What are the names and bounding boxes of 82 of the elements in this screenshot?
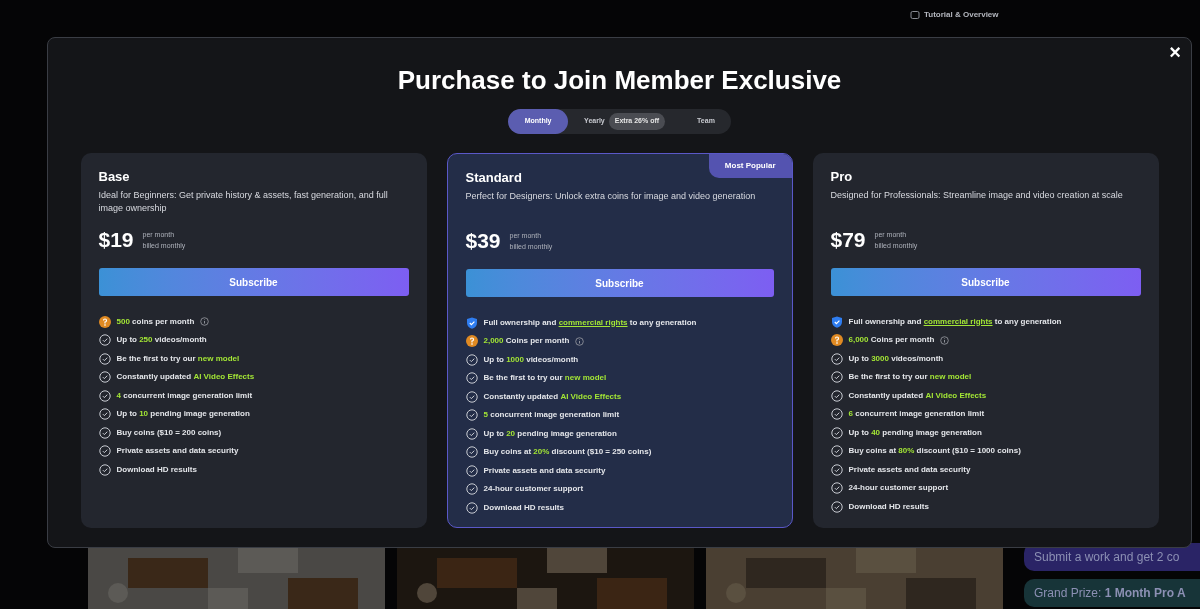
modal-title: Purchase to Join Member Exclusive — [397, 65, 842, 95]
check-circle-icon — [830, 426, 843, 439]
feature-text: Download HD results — [116, 463, 197, 476]
feature-text: 500 coins per month — [116, 315, 195, 328]
subscribe-button[interactable]: Subscribe — [465, 269, 774, 297]
plan-description: Designed for Professionals: Streamline image and video creation at scale — [830, 189, 1124, 202]
subscribe-button[interactable]: Subscribe — [830, 268, 1141, 296]
plan-name: Base — [98, 169, 131, 185]
check-circle-icon — [98, 334, 111, 346]
coin-icon — [465, 335, 478, 347]
check-circle-icon — [465, 501, 478, 514]
feature-text: Private assets and data security — [848, 463, 971, 476]
feature-text: Be the first to try our new model — [483, 372, 607, 384]
check-circle-icon — [465, 353, 478, 366]
check-circle-icon — [98, 463, 111, 476]
feature-text: Up to 3000 videos/month — [848, 352, 944, 365]
feature-text: Be the first to try our new model — [116, 352, 240, 365]
plan-name: Standard — [465, 170, 523, 186]
check-circle-icon — [830, 371, 843, 383]
plan-description: Ideal for Beginners: Get private history & assets, fast generation, and full image ownership — [98, 189, 389, 215]
feature-text: Private assets and data security — [483, 464, 606, 477]
check-circle-icon — [98, 352, 111, 365]
tutorial-link[interactable]: Tutorial & Overview — [924, 9, 999, 21]
feature-text: 24-hour customer support — [483, 483, 584, 495]
feature-text: Constantly updated AI Video Effects — [483, 390, 622, 403]
commercial-rights-link[interactable]: commercial rights — [923, 316, 993, 326]
feature-text: 6 concurrent image generation limit — [848, 408, 985, 420]
feature-text: Full ownership and commercial rights to any generation — [483, 316, 697, 329]
check-circle-icon — [98, 408, 111, 420]
price: $19 — [98, 227, 134, 253]
price: $79 — [830, 227, 866, 253]
feature-text: Up to 40 pending image generation — [848, 426, 982, 439]
shield-check-icon — [465, 316, 478, 329]
feature-text: Up to 1000 videos/month — [483, 353, 579, 366]
feature-text: 6,000 Coins per month — [848, 334, 935, 346]
feature-text: Download HD results — [848, 500, 929, 513]
popular-ribbon: Most Popular — [708, 154, 792, 178]
calendar-icon — [910, 10, 920, 20]
check-circle-icon — [98, 426, 111, 439]
feature-text: Constantly updated AI Video Effects — [848, 389, 987, 402]
feature-text: Constantly updated AI Video Effects — [116, 371, 255, 383]
check-circle-icon — [98, 389, 111, 402]
check-circle-icon — [830, 445, 843, 457]
check-circle-icon — [465, 427, 478, 440]
check-circle-icon — [98, 445, 111, 457]
check-circle-icon — [830, 408, 843, 420]
feature-text: Download HD results — [483, 501, 564, 514]
check-circle-icon — [465, 409, 478, 421]
feature-text: Buy coins at 80% discount ($10 = 1000 coins) — [848, 445, 1021, 457]
check-circle-icon — [830, 500, 843, 513]
close-button[interactable]: × — [1169, 42, 1181, 62]
feature-text: Full ownership and commercial rights to any generation — [848, 315, 1062, 328]
check-circle-icon — [465, 483, 478, 495]
feature-text: Up to 250 videos/month — [116, 334, 207, 346]
feature-text: Buy coins at 20% discount ($10 = 250 coins) — [483, 446, 652, 458]
commercial-rights-link[interactable]: commercial rights — [558, 317, 628, 327]
price: $39 — [465, 228, 501, 254]
coin-icon — [830, 334, 843, 346]
check-circle-icon — [830, 389, 843, 402]
feature-text: Private assets and data security — [116, 445, 239, 457]
plan-description: Perfect for Designers: Unlock extra coins for image and video generation — [465, 190, 757, 203]
feature-text: 24-hour customer support — [848, 482, 949, 494]
check-circle-icon — [465, 446, 478, 458]
feature-text: Up to 20 pending image generation — [483, 427, 617, 440]
check-circle-icon — [465, 390, 478, 403]
feature-text: 4 concurrent image generation limit — [116, 389, 253, 402]
feature-text: Up to 10 pending image generation — [116, 408, 250, 420]
check-circle-icon — [465, 372, 478, 384]
coin-icon — [98, 315, 111, 328]
check-circle-icon — [465, 464, 478, 477]
subscribe-button[interactable]: Subscribe — [98, 268, 409, 296]
check-circle-icon — [98, 371, 111, 383]
shield-check-icon — [830, 315, 843, 328]
feature-text: Be the first to try our new model — [848, 371, 972, 383]
check-circle-icon — [830, 463, 843, 476]
feature-text: Buy coins ($10 = 200 coins) — [116, 426, 222, 439]
promo-banner[interactable]: Grand Prize: 1 Month Pro A — [1024, 579, 1200, 607]
check-circle-icon — [830, 352, 843, 365]
plan-name: Pro — [830, 169, 854, 185]
feature-text: 2,000 Coins per month — [483, 335, 570, 347]
feature-text: 5 concurrent image generation limit — [483, 409, 620, 421]
check-circle-icon — [830, 482, 843, 494]
